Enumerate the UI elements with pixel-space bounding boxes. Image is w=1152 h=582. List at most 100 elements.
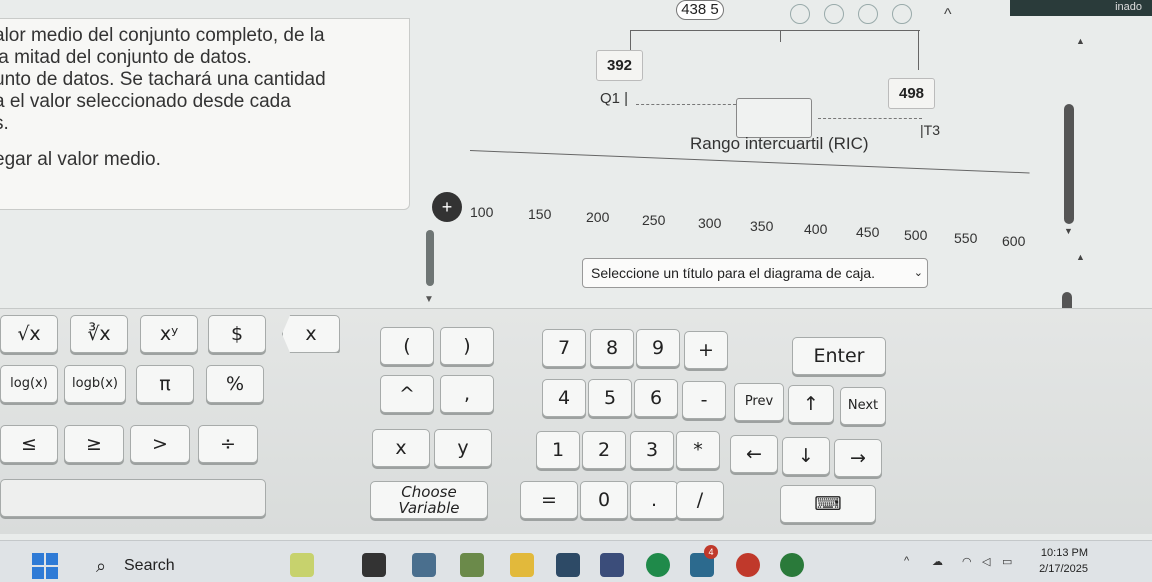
- greater-equal-key[interactable]: ≥: [64, 425, 124, 463]
- q1-dashed-line: [636, 104, 736, 105]
- volume-icon[interactable]: ◁: [982, 555, 990, 568]
- equals-key[interactable]: =: [520, 481, 578, 519]
- digit-3-key[interactable]: 3: [630, 431, 674, 469]
- app-icon[interactable]: [460, 553, 484, 577]
- widgets-icon[interactable]: [290, 553, 314, 577]
- pi-key[interactable]: π: [136, 365, 194, 403]
- prev-key[interactable]: Prev: [734, 383, 784, 421]
- taskbar-search[interactable]: ⌕ Search: [84, 549, 304, 582]
- search-label: Search: [124, 557, 175, 574]
- app-icon[interactable]: 4: [690, 545, 718, 577]
- step-radio-group[interactable]: [790, 4, 912, 24]
- boxplot-title-select[interactable]: Seleccione un título para el diagrama de…: [582, 258, 928, 288]
- iqr-label: Rango intercuartil (RIC): [690, 134, 869, 153]
- step-radio[interactable]: [824, 4, 844, 24]
- left-arrow-key[interactable]: ←: [730, 435, 778, 473]
- task-view-icon[interactable]: [362, 553, 386, 577]
- right-paren-key[interactable]: ): [440, 327, 494, 365]
- notification-badge: 4: [704, 545, 718, 559]
- right-arrow-key[interactable]: →: [834, 439, 882, 477]
- next-key[interactable]: Next: [840, 387, 886, 425]
- digit-7-key[interactable]: 7: [542, 329, 586, 367]
- cloud-icon[interactable]: ☁: [932, 555, 943, 568]
- digit-4-key[interactable]: 4: [542, 379, 586, 417]
- q1-label: Q1 |: [600, 90, 629, 107]
- q3-dashed-line: [818, 118, 922, 119]
- digit-1-key[interactable]: 1: [536, 431, 580, 469]
- step-radio[interactable]: [858, 4, 878, 24]
- scrollbar-thumb[interactable]: [426, 230, 434, 286]
- scrollbar-thumb[interactable]: [1064, 104, 1074, 224]
- windows-start-icon[interactable]: [32, 553, 60, 581]
- left-paren-key[interactable]: (: [380, 327, 434, 365]
- comma-key[interactable]: ,: [440, 375, 494, 413]
- digit-6-key[interactable]: 6: [634, 379, 678, 417]
- caret-key[interactable]: ^: [380, 375, 434, 413]
- enter-key[interactable]: Enter: [792, 337, 886, 375]
- less-equal-key[interactable]: ≤: [0, 425, 58, 463]
- file-explorer-icon[interactable]: [510, 553, 534, 577]
- whisker-tick: [630, 30, 631, 52]
- tray-overflow-icon[interactable]: ^: [904, 555, 909, 567]
- top-corner-bar: inado: [1010, 0, 1152, 16]
- plus-key[interactable]: +: [684, 331, 728, 369]
- blank-key[interactable]: [0, 479, 266, 517]
- digit-0-key[interactable]: 0: [580, 481, 628, 519]
- step-radio[interactable]: [892, 4, 912, 24]
- scroll-up-icon[interactable]: ▲: [1076, 252, 1085, 262]
- drag-move-icon[interactable]: +: [432, 192, 462, 222]
- power-key[interactable]: xʸ: [140, 315, 198, 353]
- axis-tick-label: 400: [804, 221, 828, 237]
- chrome-icon[interactable]: [646, 553, 670, 577]
- up-arrow-key[interactable]: ↑: [788, 385, 834, 423]
- multiply-key[interactable]: *: [676, 431, 720, 469]
- median-box[interactable]: [736, 98, 812, 138]
- whisker-tick: [918, 30, 919, 70]
- step-badge[interactable]: 438 5: [676, 0, 724, 20]
- axis-tick-label: 300: [698, 215, 722, 231]
- digit-5-key[interactable]: 5: [588, 379, 632, 417]
- step-radio[interactable]: [790, 4, 810, 24]
- choose-variable-key[interactable]: Choose Variable: [370, 481, 488, 519]
- taskbar-clock[interactable]: 10:13 PM 2/17/2025: [1018, 545, 1088, 577]
- keyboard-icon[interactable]: ⌨: [780, 485, 876, 523]
- scroll-up-icon[interactable]: ▲: [1076, 36, 1085, 46]
- nthroot-key[interactable]: ∛x: [70, 315, 128, 353]
- axis-tick-label: 450: [856, 224, 880, 240]
- down-arrow-key[interactable]: ↓: [782, 437, 830, 475]
- variable-x-key[interactable]: x: [372, 429, 430, 467]
- app-icon[interactable]: [780, 553, 804, 577]
- minus-key[interactable]: -: [682, 381, 726, 419]
- battery-icon[interactable]: ▭: [1002, 555, 1012, 568]
- scroll-down-icon[interactable]: ▼: [1064, 226, 1073, 236]
- max-value-box[interactable]: 498: [888, 78, 936, 109]
- variable-y-key[interactable]: y: [434, 429, 492, 467]
- digit-8-key[interactable]: 8: [590, 329, 634, 367]
- decimal-key[interactable]: .: [630, 481, 678, 519]
- min-value-box[interactable]: 392: [596, 50, 644, 81]
- backspace-key[interactable]: x: [282, 315, 340, 353]
- greater-than-key[interactable]: >: [130, 425, 190, 463]
- app-icon[interactable]: [736, 553, 760, 577]
- app-icon[interactable]: [412, 553, 436, 577]
- instruction-line: unto de datos. Se tachará una cantidad: [0, 69, 326, 90]
- number-line-axis: 100 150 200 250 300 350 400 450 500 550 …: [446, 192, 1046, 262]
- slash-key[interactable]: /: [676, 481, 724, 519]
- digit-9-key[interactable]: 9: [636, 329, 680, 367]
- photos-icon[interactable]: [600, 553, 624, 577]
- q3-label: |T3: [920, 122, 940, 138]
- log-base-key[interactable]: logb(x): [64, 365, 126, 403]
- scroll-down-icon[interactable]: ▼: [424, 294, 434, 305]
- digit-2-key[interactable]: 2: [582, 431, 626, 469]
- store-icon[interactable]: [556, 553, 580, 577]
- instruction-line: s.: [0, 113, 9, 134]
- sqrt-key[interactable]: √x: [0, 315, 58, 353]
- dollar-key[interactable]: $: [208, 315, 266, 353]
- instruction-line: egar al valor medio.: [0, 149, 161, 170]
- divide-key[interactable]: ÷: [198, 425, 258, 463]
- percent-key[interactable]: %: [206, 365, 264, 403]
- log-key[interactable]: log(x): [0, 365, 58, 403]
- axis-tick-label: 250: [642, 212, 666, 228]
- axis-tick-label: 350: [750, 218, 774, 234]
- wifi-icon[interactable]: ◠: [962, 555, 972, 568]
